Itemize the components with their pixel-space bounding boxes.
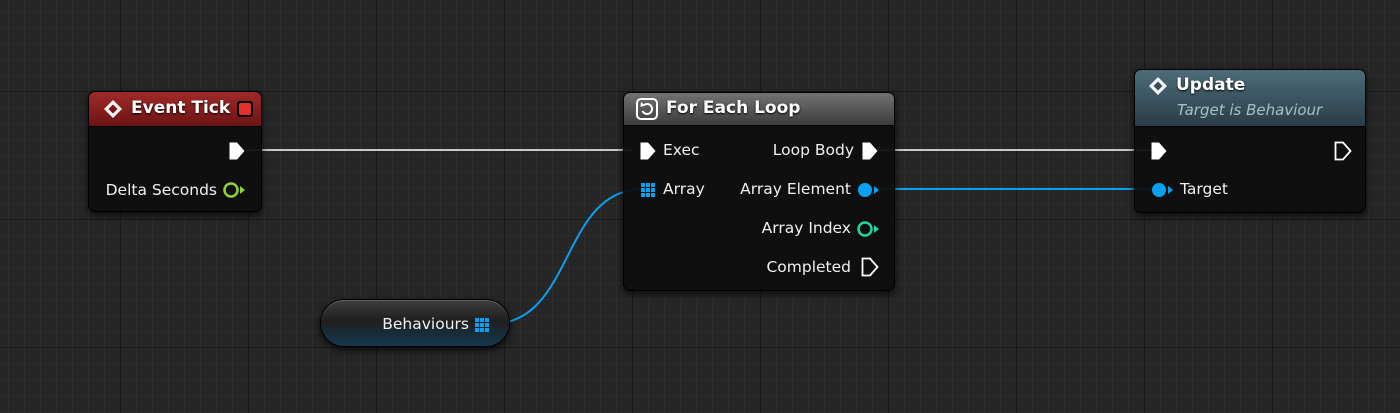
target-label: Target: [1180, 180, 1228, 198]
delta-seconds-pin[interactable]: [222, 181, 246, 199]
loop-body-pin[interactable]: [861, 141, 879, 161]
exec-input-pin[interactable]: [639, 141, 657, 161]
array-index-pin[interactable]: [856, 220, 880, 238]
exec-label: Exec: [663, 141, 700, 159]
loop-macro-icon: [636, 98, 658, 120]
array-output-pin[interactable]: [474, 317, 490, 333]
loop-body-label: Loop Body: [772, 141, 854, 159]
diamond-event-icon: [104, 100, 122, 118]
exec-output-pin[interactable]: [228, 141, 246, 161]
delegate-pin-icon[interactable]: [236, 100, 254, 118]
completed-label: Completed: [766, 258, 851, 276]
behaviours-variable-node[interactable]: Behaviours: [320, 299, 510, 347]
array-element-pin[interactable]: [856, 181, 880, 199]
update-node[interactable]: Update Target is Behaviour Target: [1134, 69, 1366, 213]
update-subtitle: Target is Behaviour: [1177, 101, 1323, 119]
target-input-pin[interactable]: [1150, 181, 1174, 199]
exec-output-pin[interactable]: [1334, 141, 1352, 161]
event-tick-node[interactable]: Event Tick Delta Seconds: [88, 91, 262, 212]
behaviours-label: Behaviours: [382, 315, 469, 333]
array-input-pin[interactable]: [640, 182, 656, 198]
exec-input-pin[interactable]: [1150, 141, 1168, 161]
for-each-loop-node[interactable]: For Each Loop Exec Array Loop Body Array…: [623, 92, 895, 291]
update-title: Update: [1176, 75, 1246, 95]
array-element-label: Array Element: [740, 180, 851, 198]
completed-pin[interactable]: [861, 257, 879, 277]
diamond-function-icon: [1149, 77, 1167, 95]
array-wire-behaviours-to-array: [490, 188, 644, 325]
delta-seconds-label: Delta Seconds: [105, 181, 217, 199]
for-each-loop-title: For Each Loop: [666, 98, 801, 118]
event-tick-title: Event Tick: [131, 98, 231, 118]
array-label: Array: [663, 180, 705, 198]
array-index-label: Array Index: [761, 219, 851, 237]
